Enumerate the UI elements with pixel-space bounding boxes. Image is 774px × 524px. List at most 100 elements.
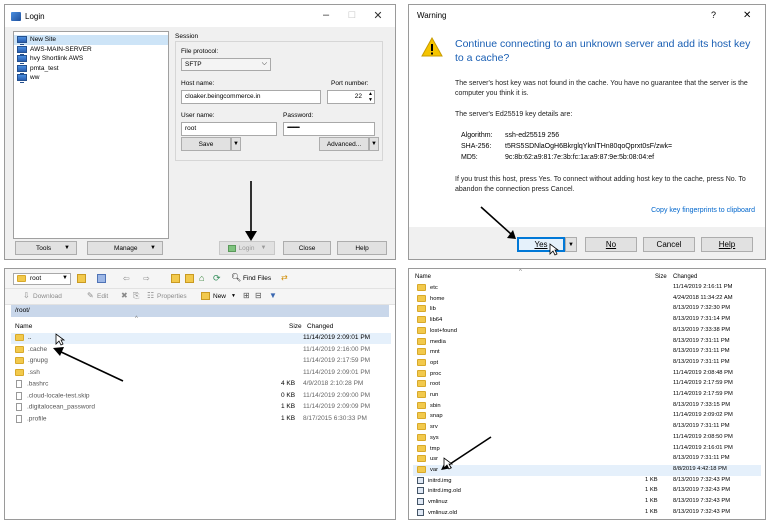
copy-fingerprints-link[interactable]: Copy key fingerprints to clipboard — [651, 207, 755, 214]
maximize-button[interactable]: □ — [345, 9, 359, 21]
delete-icon[interactable]: ✖ — [121, 291, 128, 300]
file-changed: 8/13/2019 7:33:15 PM — [673, 401, 731, 408]
column-size-header[interactable]: Size — [655, 274, 667, 280]
sync-icon[interactable]: ⇄ — [281, 273, 288, 282]
file-row[interactable]: sbin 8/13/2019 7:33:15 PM — [413, 401, 761, 412]
manage-button[interactable]: Manage ▼ — [87, 241, 163, 255]
site-item[interactable]: ww — [14, 73, 168, 84]
file-row[interactable]: lib 8/13/2019 7:32:30 PM — [413, 304, 761, 315]
column-size-header[interactable]: Size — [289, 323, 302, 330]
spinner-icon[interactable]: ▲ ▼ — [368, 91, 373, 103]
protocol-select[interactable]: SFTP ⌵ — [181, 58, 271, 71]
file-row[interactable]: initrd.img 1 KB 8/13/2019 7:32:43 PM — [413, 476, 761, 487]
algorithm-label: Algorithm: — [461, 132, 493, 139]
file-row[interactable]: sys 11/14/2019 2:08:50 PM — [413, 433, 761, 444]
file-row[interactable]: vmlinuz 1 KB 8/13/2019 7:32:43 PM — [413, 497, 761, 508]
new-button[interactable]: New — [213, 293, 226, 300]
file-row[interactable]: .bashrc 4 KB 4/9/2018 2:10:28 PM — [11, 379, 391, 390]
download-icon[interactable]: ⇩ — [23, 291, 30, 300]
file-row[interactable]: mnt 8/13/2019 7:31:11 PM — [413, 347, 761, 358]
save-button[interactable]: Save — [181, 137, 231, 151]
close-window-button[interactable]: ✕ — [371, 9, 385, 22]
collapse-icon[interactable]: ⊟ — [255, 291, 262, 300]
properties-button[interactable]: Properties — [157, 293, 187, 300]
site-item-new-site[interactable]: New Site — [14, 35, 168, 46]
dropdown-arrow-icon[interactable]: ▼ — [231, 293, 236, 299]
rename-icon[interactable]: ⎘ — [133, 291, 139, 301]
file-icon — [16, 414, 22, 423]
download-button[interactable]: Download — [33, 293, 62, 300]
file-row[interactable]: .gnupg 11/14/2019 2:17:59 PM — [11, 356, 391, 367]
edit-button[interactable]: Edit — [97, 293, 108, 300]
file-row[interactable]: proc 11/14/2019 2:08:48 PM — [413, 369, 761, 380]
hostname-input[interactable]: cloaker.beingcommerce.in — [181, 90, 321, 104]
tools-button[interactable]: Tools ▼ — [15, 241, 77, 255]
close-button[interactable]: Close — [283, 241, 331, 255]
find-files-icon[interactable]: 🔍︎ — [231, 273, 241, 282]
site-tree[interactable]: New Site AWS-MAIN-SERVER hvy Shortlink A… — [13, 31, 169, 239]
home-icon[interactable]: ⌂ — [199, 273, 204, 283]
file-row[interactable]: lost+found 8/13/2019 7:33:38 PM — [413, 326, 761, 337]
file-row[interactable]: run 11/14/2019 2:17:59 PM — [413, 390, 761, 401]
no-button[interactable]: No — [585, 237, 637, 252]
root-folder-icon[interactable] — [185, 274, 194, 283]
column-name-header[interactable]: Name — [415, 274, 431, 280]
refresh-icon[interactable]: ⟳ — [213, 273, 221, 284]
file-row[interactable]: vmlinuz.old 1 KB 8/13/2019 7:32:43 PM — [413, 508, 761, 519]
file-row[interactable]: root 11/14/2019 2:17:59 PM — [413, 379, 761, 390]
login-button[interactable]: Login ▼ — [219, 241, 275, 255]
close-window-button[interactable]: ✕ — [743, 10, 751, 21]
filter-icon[interactable] — [77, 274, 86, 283]
help-title-button[interactable]: ? — [711, 10, 716, 20]
filter-view-icon[interactable]: ▼ — [269, 291, 277, 300]
column-changed-header[interactable]: Changed — [307, 323, 333, 330]
file-row[interactable]: tmp 11/14/2019 2:16:01 PM — [413, 444, 761, 455]
file-row[interactable]: .ssh 11/14/2019 2:09:01 PM — [11, 368, 391, 379]
save-dropdown-button[interactable]: ▼ — [231, 137, 241, 151]
password-input[interactable]: •••••••••••••••• — [283, 122, 375, 136]
properties-icon[interactable]: ☷ — [147, 291, 154, 300]
bookmark-icon[interactable] — [97, 274, 106, 283]
file-row[interactable]: .cache 11/14/2019 2:16:00 PM — [11, 345, 391, 356]
file-name: mnt — [417, 348, 440, 355]
file-row[interactable]: .profile 1 KB 8/17/2015 6:30:33 PM — [11, 414, 391, 425]
port-input[interactable]: 22 ▲ ▼ — [327, 90, 375, 104]
file-row[interactable]: .cloud-locale-test.skip 0 KB 11/14/2019 2:… — [11, 391, 391, 402]
site-item[interactable]: pmta_test — [14, 64, 168, 74]
file-row[interactable]: media 8/13/2019 7:31:11 PM — [413, 337, 761, 348]
parent-folder-icon[interactable] — [171, 274, 180, 283]
cancel-button[interactable]: Cancel — [643, 237, 695, 252]
file-row[interactable]: usr 8/13/2019 7:31:11 PM — [413, 454, 761, 465]
yes-dropdown-button[interactable]: ▼ — [565, 237, 577, 252]
forward-icon[interactable]: ⇨ — [143, 274, 150, 283]
file-row[interactable]: .. 11/14/2019 2:09:01 PM — [11, 333, 391, 344]
folder-icon — [417, 337, 426, 345]
location-dropdown[interactable]: root ▼ — [13, 273, 71, 285]
column-name-header[interactable]: Name — [15, 323, 32, 330]
expand-icon[interactable]: ⊞ — [243, 291, 250, 300]
site-item[interactable]: AWS-MAIN-SERVER — [14, 45, 168, 55]
username-input[interactable]: root — [181, 122, 277, 136]
help-button[interactable]: Help — [701, 237, 753, 252]
advanced-button[interactable]: Advanced... — [319, 137, 369, 151]
new-folder-icon[interactable] — [201, 292, 210, 300]
file-name: vmlinuz.old — [417, 508, 457, 516]
find-files-button[interactable]: Find Files — [243, 275, 271, 282]
file-row[interactable]: home 4/24/2018 11:34:22 AM — [413, 294, 761, 305]
site-item[interactable]: hvy Shortlink AWS — [14, 54, 168, 65]
file-row[interactable]: .digitalocean_password 1 KB 11/14/2019 2:0… — [11, 402, 391, 413]
edit-icon[interactable]: ✎ — [87, 291, 94, 300]
help-button[interactable]: Help — [337, 241, 387, 255]
file-row[interactable]: var 8/8/2019 4:42:18 PM — [413, 464, 761, 476]
back-icon[interactable]: ⇦ — [123, 274, 130, 283]
file-row[interactable]: lib64 8/13/2019 7:31:14 PM — [413, 315, 761, 326]
advanced-dropdown-button[interactable]: ▼ — [369, 137, 379, 151]
file-row[interactable]: opt 8/13/2019 7:31:11 PM — [413, 358, 761, 369]
file-row[interactable]: initrd.img.old 1 KB 8/13/2019 7:32:43 PM — [413, 486, 761, 497]
column-changed-header[interactable]: Changed — [673, 274, 697, 280]
file-row[interactable]: etc 11/14/2019 2:16:11 PM — [413, 283, 761, 294]
file-row[interactable]: snap 11/14/2019 2:09:02 PM — [413, 411, 761, 422]
file-row[interactable]: srv 8/13/2019 7:31:11 PM — [413, 422, 761, 433]
minimize-button[interactable]: – — [319, 9, 333, 21]
path-bar[interactable]: /root/ — [11, 305, 389, 317]
